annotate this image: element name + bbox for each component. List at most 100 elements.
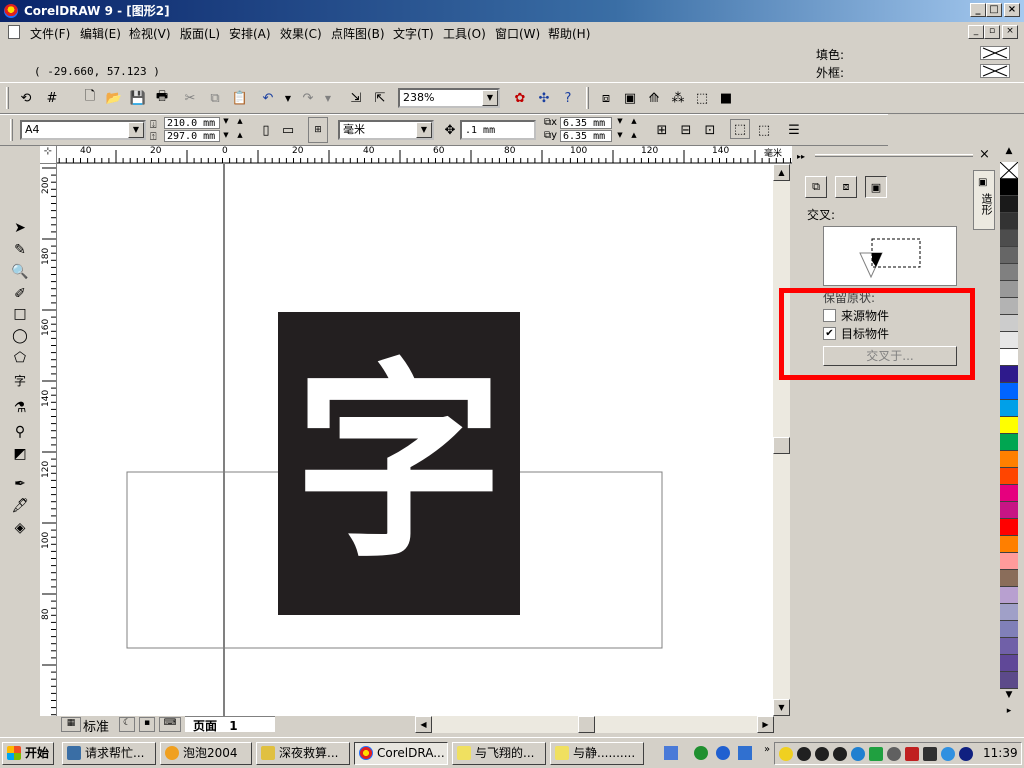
snap-guidelines-icon[interactable]: ⊟ (676, 120, 696, 140)
doc-close-button[interactable]: × (1002, 25, 1018, 39)
close-button[interactable]: × (1004, 3, 1020, 17)
drawing-canvas[interactable]: 字 (57, 164, 773, 716)
rectangle-tool-icon[interactable]: □ (8, 304, 32, 324)
docker-close-icon[interactable]: × (979, 147, 990, 162)
settings-icon[interactable] (887, 747, 901, 761)
chevron-down-icon[interactable]: ▼ (416, 122, 432, 138)
toolbar-grip[interactable] (6, 87, 9, 109)
toolbar-grip[interactable] (586, 87, 589, 109)
new-document-icon[interactable]: 🗋 (80, 88, 100, 108)
application-launcher-icon[interactable]: ✿ (510, 88, 530, 108)
page-layout-icon[interactable]: ⊞ (308, 117, 328, 143)
color-swatch[interactable] (1000, 604, 1018, 621)
transform-icon[interactable]: ⟰ (644, 88, 664, 108)
document-icon[interactable] (8, 25, 20, 39)
draw-objects-icon[interactable]: ⬚ (754, 120, 774, 140)
doc-minimize-button[interactable]: _ (968, 25, 984, 39)
scroll-down-arrow[interactable]: ▼ (773, 699, 790, 716)
duplicate-y-input[interactable]: 6.35 mm (560, 130, 612, 142)
color-swatch[interactable] (1000, 383, 1018, 400)
duplicate-x-input[interactable]: 6.35 mm (560, 117, 612, 129)
transparency-tool-icon[interactable]: ⚲ (8, 422, 32, 442)
no-color-swatch[interactable] (1000, 162, 1018, 179)
horizontal-scroll-thumb[interactable] (578, 716, 595, 733)
scroll-up-arrow[interactable]: ▲ (773, 164, 790, 181)
antivirus-icon[interactable] (869, 747, 883, 761)
toolbar-grip[interactable] (10, 119, 13, 141)
options-icon[interactable]: ☰ (784, 120, 804, 140)
eyedropper-tool-icon[interactable]: ✒ (8, 474, 32, 494)
character-glyph[interactable]: 字 (278, 312, 520, 615)
vertical-ruler[interactable]: 200 180 160 140 120 100 80 (40, 164, 57, 716)
width-down-arrow[interactable]: ▼ (220, 117, 232, 125)
vertical-scrollbar[interactable]: ▲ ▼ (773, 164, 790, 716)
task-button[interactable]: 泡泡2004 (160, 742, 252, 765)
color-swatch[interactable] (1000, 434, 1018, 451)
menu-help[interactable]: 帮助(H) (548, 25, 590, 42)
color-swatch[interactable] (1000, 536, 1018, 553)
paste-icon[interactable]: 📋 (230, 88, 250, 108)
color-swatch[interactable] (1000, 468, 1018, 485)
preview-icon[interactable]: ▪ (139, 717, 155, 732)
menu-tools[interactable]: 工具(O) (443, 25, 486, 42)
import-icon[interactable]: ⇲ (346, 88, 366, 108)
color-swatch[interactable] (1000, 264, 1018, 281)
doc-restore-button[interactable]: ▫ (984, 25, 1000, 39)
color-swatch[interactable] (1000, 638, 1018, 655)
messenger-icon[interactable] (815, 747, 829, 761)
units-combo[interactable]: 毫米 ▼ (338, 120, 434, 140)
shadow-icon[interactable]: ■ (716, 88, 736, 108)
ellipse-tool-icon[interactable]: ◯ (8, 326, 32, 346)
height-up-arrow[interactable]: ▲ (234, 131, 246, 139)
start-button[interactable]: 开始 (2, 742, 54, 765)
envelope-icon[interactable]: ⁂ (668, 88, 688, 108)
messenger-icon[interactable] (833, 747, 847, 761)
copy-icon[interactable]: ⧉ (205, 88, 225, 108)
fill-swatch[interactable] (980, 46, 1010, 60)
treat-as-filled-icon[interactable]: ⬚ (730, 119, 750, 139)
scroll-right-arrow[interactable]: ▶ (757, 716, 774, 733)
text-tool-icon[interactable]: 字 (8, 370, 32, 390)
color-swatch[interactable] (1000, 502, 1018, 519)
color-swatch[interactable] (1000, 621, 1018, 638)
corel-online-icon[interactable]: ✣ (534, 88, 554, 108)
docker-grip[interactable] (815, 154, 973, 157)
task-button[interactable]: 深夜救算... (256, 742, 350, 765)
snap-objects-icon[interactable]: ⊡ (700, 120, 720, 140)
dupx-down-arrow[interactable]: ▼ (614, 117, 626, 125)
menu-layout[interactable]: 版面(L) (180, 25, 220, 42)
freehand-tool-icon[interactable]: ✐ (8, 284, 32, 304)
color-swatch[interactable] (1000, 179, 1018, 196)
open-folder-icon[interactable]: 📂 (104, 88, 124, 108)
cut-icon[interactable]: ✂ (180, 88, 200, 108)
weld-icon[interactable]: ⧉ (805, 176, 827, 198)
menu-effects[interactable]: 效果(C) (280, 25, 322, 42)
messenger-icon[interactable] (797, 747, 811, 761)
display-icon[interactable] (959, 747, 973, 761)
menu-view[interactable]: 检视(V) (129, 25, 171, 42)
flag-icon[interactable] (923, 747, 937, 761)
interactive-fill-icon[interactable]: ⚗ (8, 398, 32, 418)
snap-grid-icon[interactable]: ⊞ (652, 120, 672, 140)
media-player-icon[interactable] (694, 746, 708, 760)
qq-icon[interactable] (779, 747, 793, 761)
shadow-tool-icon[interactable]: ◩ (8, 444, 32, 464)
chevron-down-icon[interactable]: ▼ (482, 90, 498, 106)
ruler-origin[interactable]: ⊹ (40, 146, 57, 164)
page-height-input[interactable]: 297.0 mm (164, 130, 220, 142)
menu-window[interactable]: 窗口(W) (495, 25, 540, 42)
color-swatch[interactable] (1000, 230, 1018, 247)
color-swatch[interactable] (1000, 587, 1018, 604)
color-swatch[interactable] (1000, 332, 1018, 349)
dupx-up-arrow[interactable]: ▲ (628, 117, 640, 125)
trim-icon[interactable]: ⧈ (835, 176, 857, 198)
color-swatch[interactable] (1000, 366, 1018, 383)
color-swatch[interactable] (1000, 485, 1018, 502)
palette-scroll-down[interactable]: ▼ (1000, 690, 1018, 704)
layout-view-label[interactable]: 标准 (83, 716, 109, 735)
whats-this-icon[interactable]: ? (558, 88, 578, 108)
color-swatch[interactable] (1000, 196, 1018, 213)
outlook-icon[interactable] (738, 746, 752, 760)
vertical-scroll-thumb[interactable] (773, 437, 790, 454)
outline-swatch[interactable] (980, 64, 1010, 78)
